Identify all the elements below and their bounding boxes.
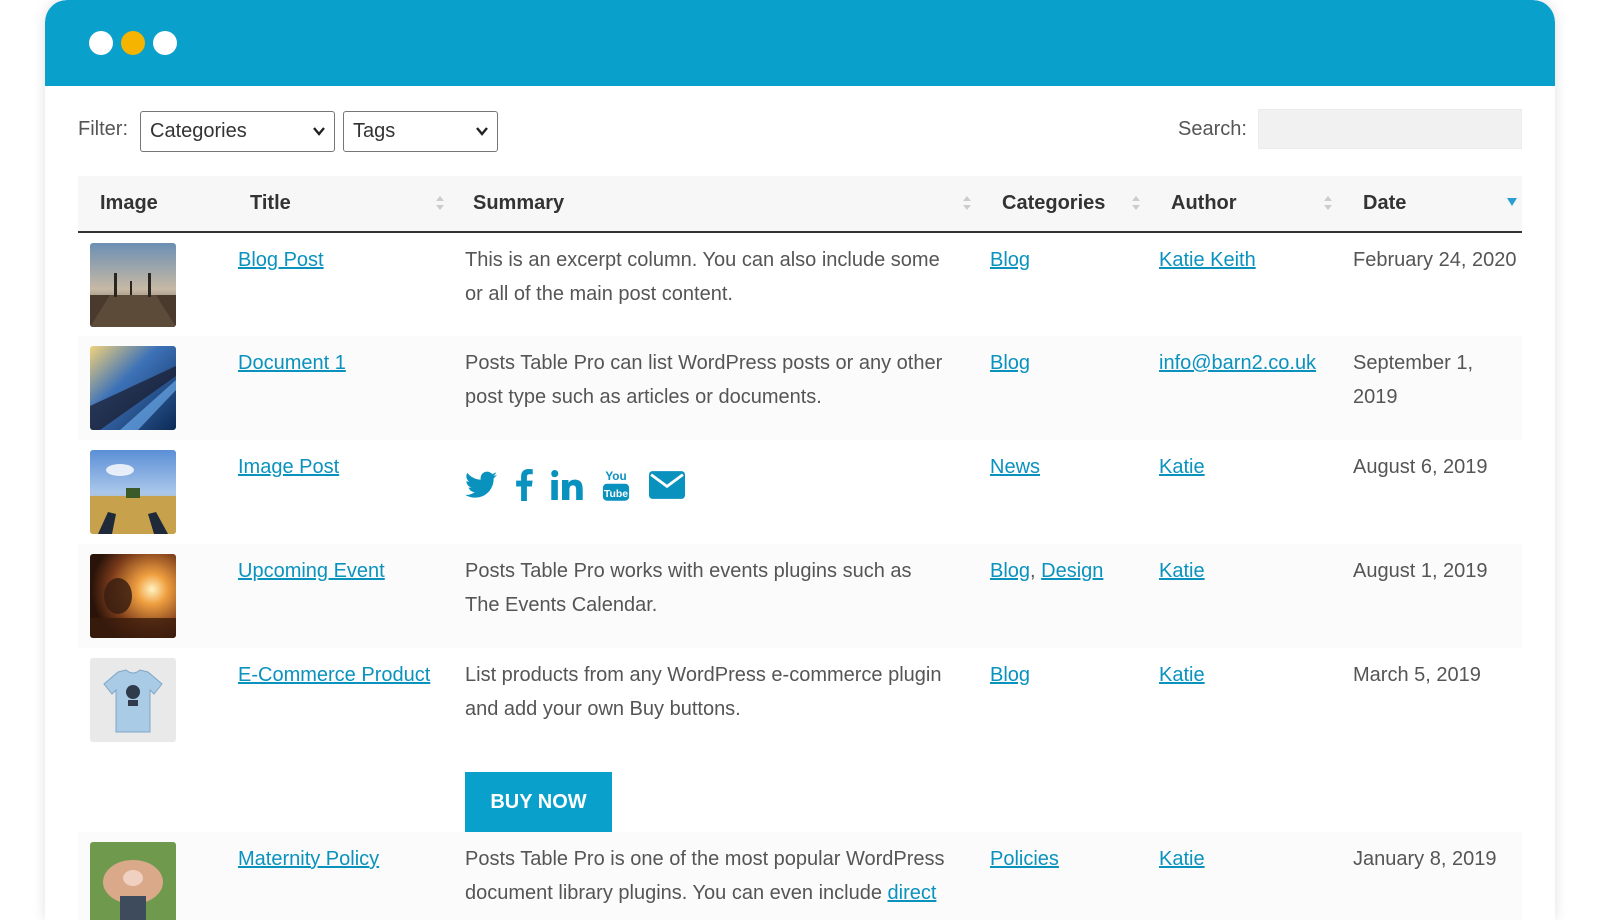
table-row: Image Post You Tube News Katie August 6, … bbox=[78, 440, 1522, 544]
sort-icon bbox=[436, 196, 444, 210]
filter-label: Filter: bbox=[78, 118, 128, 140]
post-summary: Posts Table Pro is one of the most popul… bbox=[465, 848, 945, 904]
sunset-thumbnail-image[interactable] bbox=[90, 554, 176, 638]
sort-icon bbox=[1324, 196, 1332, 210]
author-link[interactable]: Katie bbox=[1159, 848, 1205, 870]
table-row: Maternity Policy Posts Table Pro is one … bbox=[78, 832, 1522, 920]
author-link[interactable]: Katie bbox=[1159, 664, 1205, 686]
table-header-row: Image Title Summary Categories Author Da… bbox=[78, 176, 1522, 232]
window-maximize-dot[interactable] bbox=[153, 31, 177, 55]
post-summary: List products from any WordPress e-comme… bbox=[465, 664, 942, 720]
author-link[interactable]: Katie Keith bbox=[1159, 249, 1256, 271]
post-title-link[interactable]: E-Commerce Product bbox=[238, 664, 430, 686]
tags-filter-select[interactable]: Tags bbox=[343, 111, 498, 152]
sort-icon bbox=[963, 196, 971, 210]
author-link[interactable]: Katie bbox=[1159, 560, 1205, 582]
column-header-title[interactable]: Title bbox=[228, 176, 453, 232]
window-minimize-dot[interactable] bbox=[121, 31, 145, 55]
summary-inline-link[interactable]: direct bbox=[888, 882, 937, 904]
column-header-image: Image bbox=[100, 192, 158, 214]
search-label: Search: bbox=[1178, 118, 1247, 140]
pier-thumbnail-image[interactable] bbox=[90, 243, 176, 327]
categories-select-value: Categories bbox=[150, 120, 247, 142]
post-summary: Posts Table Pro can list WordPress posts… bbox=[465, 352, 943, 408]
chevron-down-icon bbox=[313, 127, 325, 136]
svg-text:Tube: Tube bbox=[604, 489, 628, 500]
app-window: Filter: Categories Tags Search: Image Ti… bbox=[45, 0, 1555, 920]
social-icons: You Tube bbox=[465, 468, 950, 502]
chevron-down-icon bbox=[476, 127, 488, 136]
categories-filter-select[interactable]: Categories bbox=[140, 111, 335, 152]
post-title-link[interactable]: Document 1 bbox=[238, 352, 346, 374]
post-date: August 6, 2019 bbox=[1353, 456, 1488, 478]
posts-table: Image Title Summary Categories Author Da… bbox=[78, 176, 1522, 920]
category-link[interactable]: Blog bbox=[990, 664, 1030, 686]
category-link[interactable]: Blog bbox=[990, 249, 1030, 271]
tshirt-thumbnail-image[interactable] bbox=[90, 658, 176, 742]
table-toolbar: Filter: Categories Tags Search: bbox=[78, 86, 1522, 176]
column-header-categories[interactable]: Categories bbox=[980, 176, 1149, 232]
category-link[interactable]: Design bbox=[1041, 560, 1103, 582]
table-row: E-Commerce Product List products from an… bbox=[78, 648, 1522, 832]
linkedin-icon[interactable] bbox=[551, 470, 583, 500]
email-icon[interactable] bbox=[649, 471, 685, 499]
category-link[interactable]: Blog bbox=[990, 352, 1030, 374]
sort-icon bbox=[1132, 196, 1140, 210]
category-link[interactable]: News bbox=[990, 456, 1040, 478]
column-header-author[interactable]: Author bbox=[1149, 176, 1341, 232]
post-title-link[interactable]: Blog Post bbox=[238, 249, 324, 271]
column-header-summary[interactable]: Summary bbox=[453, 176, 980, 232]
hands-thumbnail-image[interactable] bbox=[90, 842, 176, 920]
post-date: January 8, 2019 bbox=[1353, 848, 1497, 870]
category-link[interactable]: Blog bbox=[990, 560, 1030, 582]
title-bar bbox=[45, 0, 1555, 86]
post-date: March 5, 2019 bbox=[1353, 664, 1481, 686]
buy-now-button[interactable]: BUY NOW bbox=[465, 772, 612, 832]
author-link[interactable]: Katie bbox=[1159, 456, 1205, 478]
road-thumbnail-image[interactable] bbox=[90, 346, 176, 430]
tags-select-value: Tags bbox=[353, 120, 396, 142]
window-close-dot[interactable] bbox=[89, 31, 113, 55]
sort-descending-icon bbox=[1507, 198, 1517, 206]
table-row: Document 1 Posts Table Pro can list Word… bbox=[78, 336, 1522, 440]
post-date: February 24, 2020 bbox=[1353, 249, 1517, 271]
post-summary: This is an excerpt column. You can also … bbox=[465, 249, 940, 305]
table-row: Blog Post This is an excerpt column. You… bbox=[78, 232, 1522, 336]
table-row: Upcoming Event Posts Table Pro works wit… bbox=[78, 544, 1522, 648]
post-summary: Posts Table Pro works with events plugin… bbox=[465, 560, 912, 616]
post-title-link[interactable]: Image Post bbox=[238, 456, 339, 478]
svg-text:You: You bbox=[605, 470, 626, 483]
twitter-icon[interactable] bbox=[465, 471, 497, 499]
youtube-icon[interactable]: You Tube bbox=[601, 468, 631, 502]
post-date: September 1, 2019 bbox=[1353, 352, 1474, 408]
category-link[interactable]: Policies bbox=[990, 848, 1059, 870]
field-thumbnail-image[interactable] bbox=[90, 450, 176, 534]
author-link[interactable]: info@barn2.co.uk bbox=[1159, 352, 1316, 374]
search-input[interactable] bbox=[1258, 109, 1522, 149]
column-header-date[interactable]: Date bbox=[1341, 176, 1522, 232]
posts-table-container: Filter: Categories Tags Search: Image Ti… bbox=[78, 86, 1522, 920]
post-title-link[interactable]: Maternity Policy bbox=[238, 848, 379, 870]
post-date: August 1, 2019 bbox=[1353, 560, 1488, 582]
facebook-icon[interactable] bbox=[515, 469, 533, 501]
post-title-link[interactable]: Upcoming Event bbox=[238, 560, 385, 582]
